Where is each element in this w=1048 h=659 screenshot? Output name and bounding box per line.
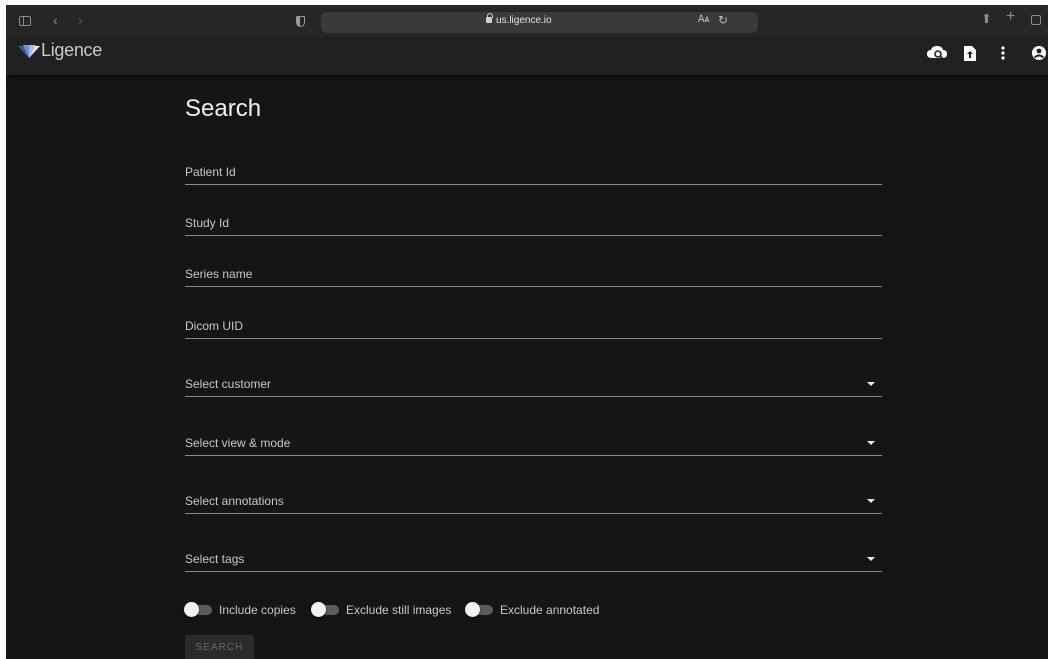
dropdown-arrow-icon[interactable] (867, 499, 875, 503)
customer-select[interactable]: Select customer (185, 367, 882, 397)
browser-toolbar: ‹ › us.ligence.io 🗛 ↻ ⬆ + (6, 5, 1048, 37)
share-icon[interactable]: ⬆ (981, 12, 992, 25)
annotations-select-label: Select annotations (185, 494, 284, 508)
dicom-uid-label: Dicom UID (185, 319, 244, 333)
brand-name[interactable]: Ligence (41, 40, 102, 61)
app-header: Ligence (6, 37, 1048, 75)
account-icon[interactable] (1032, 45, 1046, 61)
lock-icon (486, 13, 493, 23)
dropdown-arrow-icon[interactable] (867, 557, 875, 561)
toggle-thumb[interactable] (184, 602, 199, 617)
dropdown-arrow-icon[interactable] (867, 441, 875, 445)
annotations-select[interactable]: Select annotations (185, 484, 882, 514)
address-bar-url[interactable]: us.ligence.io (496, 15, 552, 26)
tags-select[interactable]: Select tags (185, 542, 882, 572)
new-tab-icon[interactable]: + (1006, 9, 1015, 25)
patient-id-field[interactable]: Patient Id (185, 155, 882, 185)
search-button[interactable]: SEARCH (185, 635, 254, 659)
back-arrow-icon[interactable]: ‹ (53, 13, 58, 27)
cloud-search-icon[interactable] (927, 45, 947, 61)
ligence-logo-icon[interactable] (18, 44, 40, 60)
forward-arrow-icon[interactable]: › (78, 13, 83, 27)
sidebar-toggle-icon[interactable] (19, 16, 31, 26)
toggle-thumb[interactable] (311, 602, 326, 617)
browser-window: ‹ › us.ligence.io 🗛 ↻ ⬆ + Ligence Search… (6, 5, 1048, 659)
study-id-field[interactable]: Study Id (185, 206, 882, 236)
page-title: Search (185, 95, 262, 122)
study-id-label: Study Id (185, 216, 230, 230)
view-mode-select-label: Select view & mode (185, 436, 291, 450)
more-vert-icon[interactable] (1001, 45, 1005, 61)
exclude-still-images-label: Exclude still images (346, 603, 452, 617)
translate-icon[interactable]: 🗛 (698, 14, 709, 25)
search-page: Search Patient Id Study Id Series name D… (6, 75, 1048, 659)
customer-select-label: Select customer (185, 377, 272, 391)
toggle-thumb[interactable] (465, 602, 480, 617)
include-copies-label: Include copies (219, 603, 296, 617)
view-mode-select[interactable]: Select view & mode (185, 426, 882, 456)
dicom-uid-field[interactable]: Dicom UID (185, 309, 882, 339)
privacy-shield-icon[interactable] (296, 16, 305, 27)
upload-file-icon[interactable] (964, 45, 976, 61)
dropdown-arrow-icon[interactable] (867, 382, 875, 386)
patient-id-label: Patient Id (185, 165, 236, 179)
tags-select-label: Select tags (185, 552, 245, 566)
exclude-annotated-label: Exclude annotated (500, 603, 600, 617)
series-name-label: Series name (185, 267, 253, 281)
tab-overview-icon[interactable] (1031, 15, 1041, 25)
series-name-field[interactable]: Series name (185, 257, 882, 287)
reload-icon[interactable]: ↻ (718, 13, 728, 27)
